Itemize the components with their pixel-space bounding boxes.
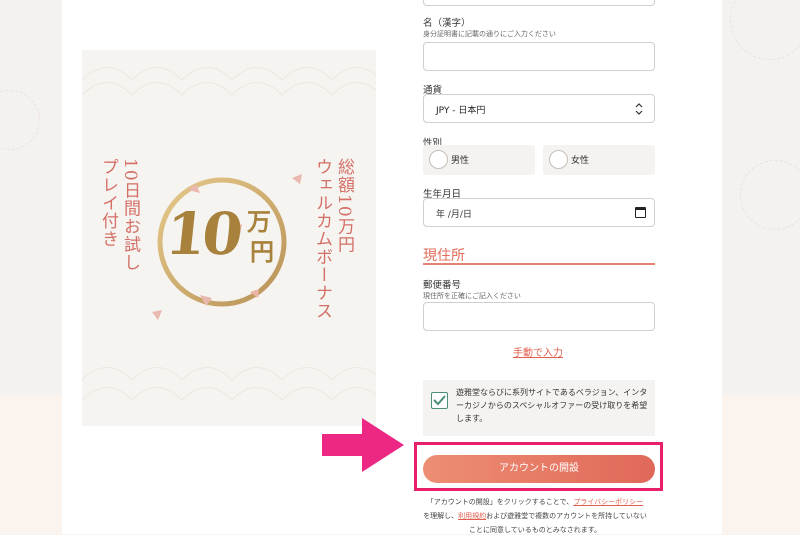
gender-option-male[interactable]: 男性 [423,145,535,175]
address-section-title: 現住所 [423,248,465,264]
open-account-button[interactable]: アカウントの開設 [423,455,655,483]
first-name-input[interactable] [423,42,655,71]
marketing-consent[interactable]: 遊雅堂ならびに系列サイトであるベラジョン、インターカジノからのスペシャルオファー… [423,380,655,436]
section-divider [423,263,655,265]
gender-option-female[interactable]: 女性 [543,145,655,175]
gender-option-label: 女性 [571,156,590,166]
currency-value: JPY - 日本円 [436,106,486,116]
postal-code-hint: 現住所を正確にご記入ください [423,292,521,300]
postal-code-label: 郵便番号 [423,280,462,291]
badge-unit-bottom: 円 [250,237,274,266]
legal-notice-line-2: を理解し、利用規約および遊雅堂で複数のアカウントを所持していない [410,511,660,521]
promo-line-3: 10日間お試し [120,158,140,272]
consent-text: 遊雅堂ならびに系列サイトであるベラジョン、インターカジノからのスペシャルオファー… [456,388,648,423]
legal-notice-line-1: 「アカウントの開設」をクリックすることで、プライバシーポリシー [410,497,660,507]
privacy-policy-link[interactable]: プライバシーポリシー [573,498,643,506]
birthdate-placeholder: 年 /月/日 [436,210,472,220]
promo-line-1: 総額10万円 [334,158,354,254]
manual-entry-link[interactable]: 手動で入力 [513,344,563,359]
postal-code-input[interactable] [423,302,655,331]
calendar-icon[interactable] [635,207,646,218]
promo-line-2: ウェルカムボーナス [312,158,332,320]
radio-button[interactable] [429,150,448,169]
birthdate-input[interactable]: 年 /月/日 [423,198,655,227]
currency-select[interactable]: JPY - 日本円 [423,94,655,123]
promo-line-4: プレイ付き [98,158,118,248]
last-name-input[interactable] [423,0,655,6]
first-name-label: 名（漢字） [423,18,471,29]
gender-option-label: 男性 [451,156,470,166]
chevron-up-down-icon [635,103,643,115]
legal-text: を理解し、 [423,512,459,520]
terms-link[interactable]: 利用規約 [458,512,486,520]
radio-button[interactable] [549,150,568,169]
legal-text: および遊雅堂で複数のアカウントを所持していない [486,512,647,520]
first-name-hint: 身分証明書に記載の通りにご入力ください [423,30,556,38]
consent-checkbox[interactable] [431,392,448,409]
badge-number: 10 [162,200,243,268]
checkmark-icon [433,395,446,406]
pointer-arrow-icon [322,418,404,472]
legal-text: 「アカウントの開設」をクリックすることで、 [426,498,574,506]
